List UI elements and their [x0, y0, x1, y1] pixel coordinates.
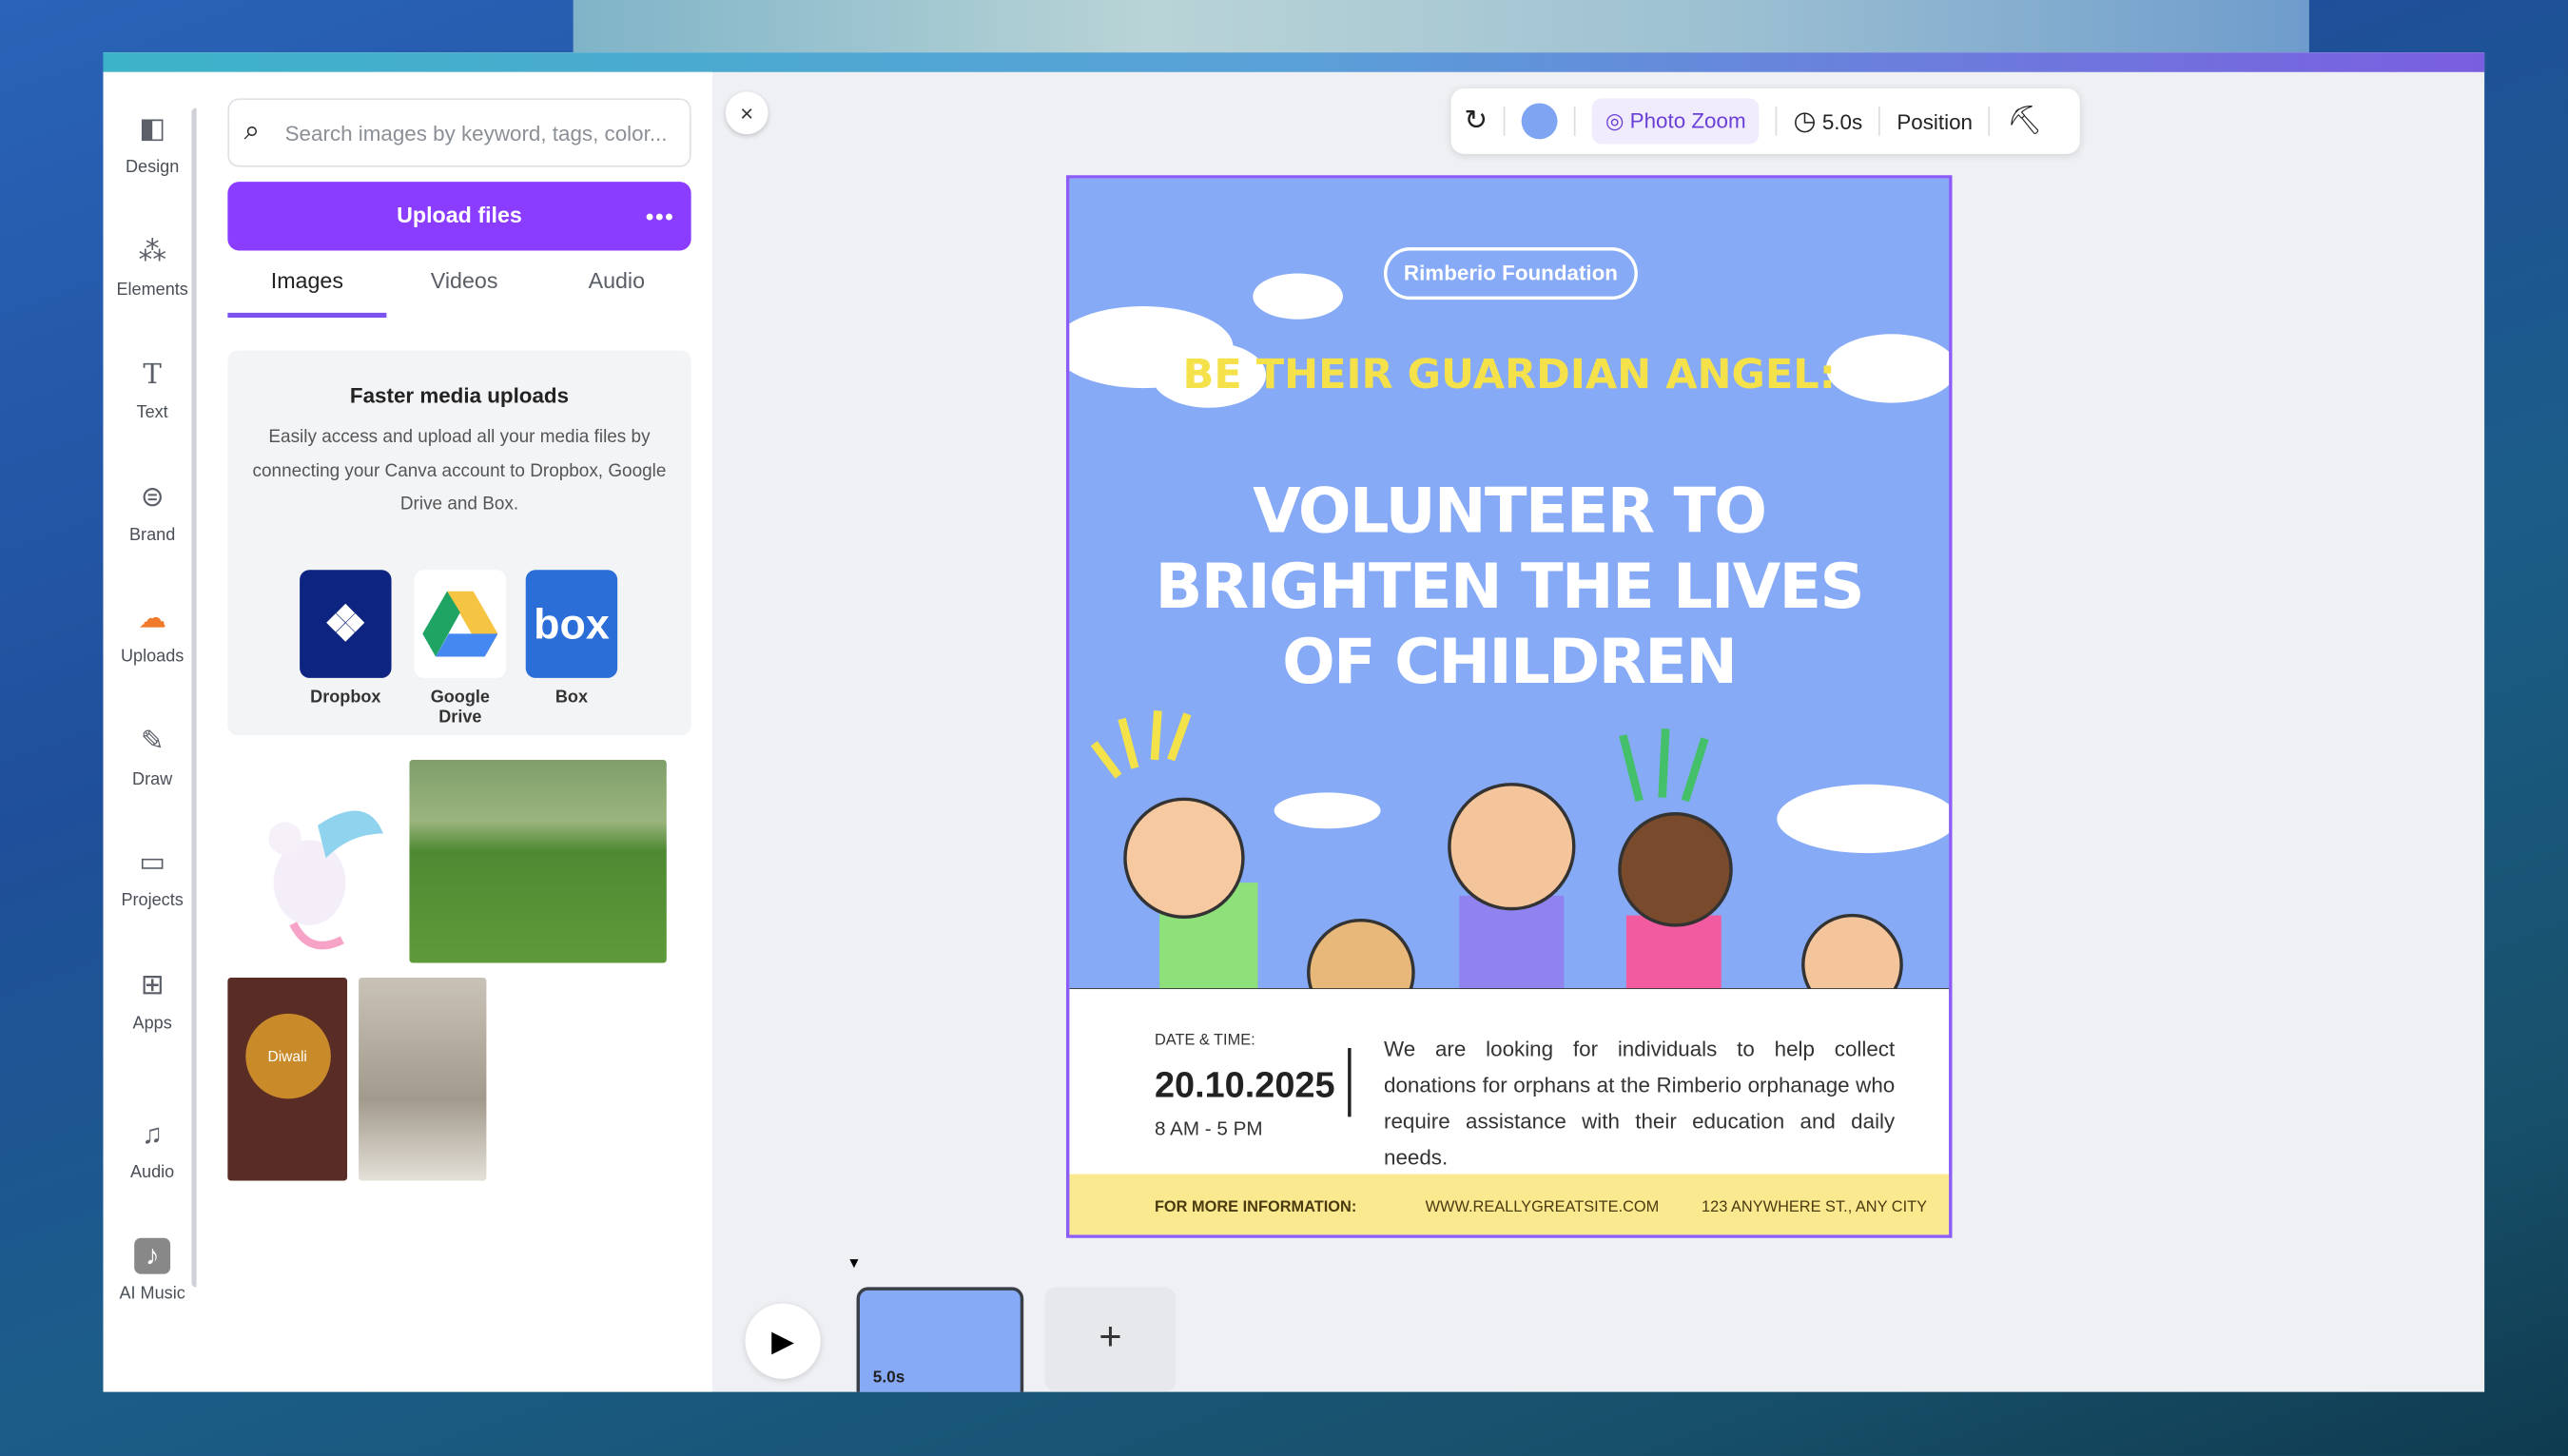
- page-thumbnail[interactable]: 5.0s: [856, 1287, 1024, 1392]
- park-photo[interactable]: [409, 759, 667, 963]
- ai-music-icon: ♪: [134, 1237, 171, 1274]
- box-button[interactable]: box Box: [522, 570, 620, 708]
- sidebar-item-brand[interactable]: ⊜ Brand: [103, 480, 201, 545]
- sidebar-item-draw[interactable]: ✎ Draw: [103, 724, 201, 789]
- sidebar-item-text[interactable]: T Text: [103, 357, 201, 422]
- uploads-panel: ⌕ Search images by keyword, tags, color..…: [196, 71, 713, 1392]
- sidebar-item-elements[interactable]: ⁂ Elements: [103, 234, 201, 300]
- header-bar: [103, 52, 2485, 72]
- close-panel-button[interactable]: ×: [725, 91, 768, 135]
- timeline: ▼ ▶ 5.0s +: [712, 1248, 2484, 1392]
- sidebar-item-projects[interactable]: ▭ Projects: [103, 845, 201, 910]
- box-icon: box: [525, 570, 618, 678]
- play-button[interactable]: ▶: [745, 1303, 821, 1379]
- brand-icon: ⊜: [140, 481, 165, 513]
- desktop-wallpaper: [573, 0, 2309, 53]
- organization-badge: Rimberio Foundation: [1384, 247, 1638, 301]
- sidebar-item-ai-music[interactable]: ♪ AI Music: [103, 1237, 201, 1304]
- poster-info: DATE & TIME: 20.10.2025 8 AM - 5 PM We a…: [1069, 989, 1950, 1175]
- dropbox-button[interactable]: ❖ Dropbox: [297, 570, 395, 708]
- sidebar-item-apps[interactable]: ⊞ Apps: [103, 968, 201, 1033]
- playhead-marker[interactable]: ▼: [846, 1254, 861, 1271]
- dog-photo[interactable]: [359, 977, 487, 1181]
- upload-files-button[interactable]: Upload files •••: [227, 182, 691, 251]
- poster-headline: VOLUNTEER TO BRIGHTEN THE LIVES OF CHILD…: [1155, 475, 1865, 698]
- elements-icon: ⁂: [138, 235, 166, 267]
- faster-uploads-card: Faster media uploads Easily access and u…: [227, 350, 691, 736]
- photo-zoom-icon: ◎: [1605, 107, 1624, 133]
- text-icon: T: [143, 359, 162, 392]
- poster-footer: FOR MORE INFORMATION: WWW.REALLYGREATSIT…: [1069, 1174, 1950, 1235]
- search-icon: ⌕: [243, 114, 260, 146]
- folder-icon: ▭: [139, 846, 165, 878]
- photo-zoom-button[interactable]: ◎ Photo Zoom: [1592, 98, 1760, 145]
- draw-icon: ✎: [140, 725, 165, 757]
- position-button[interactable]: Position: [1897, 109, 1973, 134]
- google-drive-icon: [414, 570, 507, 678]
- search-input[interactable]: ⌕ Search images by keyword, tags, color..…: [227, 98, 691, 167]
- tab-videos[interactable]: Videos: [385, 268, 544, 318]
- music-note-icon: ♫: [142, 1118, 164, 1150]
- paint-roller-icon[interactable]: ⛏: [2007, 105, 2042, 137]
- design-icon: ◧: [139, 112, 165, 145]
- unicorn-image[interactable]: [227, 759, 392, 963]
- add-page-button[interactable]: +: [1044, 1287, 1177, 1392]
- canva-editor-window: ◧ Design ⁂ Elements T Text ⊜ Brand ☁ Uploads …: [103, 52, 2485, 1392]
- diwali-poster-image[interactable]: Diwali: [227, 977, 348, 1181]
- sidebar-item-design[interactable]: ◧ Design: [103, 111, 201, 177]
- sidebar-item-uploads[interactable]: ☁ Uploads: [103, 601, 201, 667]
- upload-cloud-icon: ☁: [138, 602, 166, 634]
- color-swatch-button[interactable]: [1522, 103, 1558, 140]
- cloud: [1253, 273, 1343, 320]
- element-toolbar: ↻ ◎ Photo Zoom ◷ 5.0s Position ⛏: [1450, 87, 2080, 154]
- duration-button[interactable]: ◷ 5.0s: [1794, 105, 1863, 137]
- divider: [1348, 1048, 1352, 1117]
- screen: ◧ Design ⁂ Elements T Text ⊜ Brand ☁ Uploads …: [0, 0, 2568, 1456]
- poster-tagline: BE THEIR GUARDIAN ANGEL:: [1182, 350, 1836, 398]
- clock-icon: ◷: [1793, 107, 1817, 136]
- tab-images[interactable]: Images: [227, 268, 387, 319]
- google-drive-button[interactable]: Google Drive: [408, 570, 513, 728]
- more-options-button[interactable]: •••: [646, 182, 675, 250]
- comment-add-icon[interactable]: ↻: [1464, 105, 1488, 137]
- tab-audio[interactable]: Audio: [537, 268, 696, 318]
- dropbox-icon: ❖: [300, 570, 392, 678]
- card-body: Easily access and upload all your media …: [252, 427, 667, 514]
- sidebar-item-audio[interactable]: ♫ Audio: [103, 1116, 201, 1182]
- sidebar: ◧ Design ⁂ Elements T Text ⊜ Brand ☁ Uploads …: [103, 71, 201, 1392]
- children-illustration: [1069, 710, 1950, 998]
- apps-icon: ⊞: [140, 969, 165, 1001]
- card-title: Faster media uploads: [349, 382, 570, 408]
- design-canvas[interactable]: Rimberio Foundation BE THEIR GUARDIAN AN…: [1065, 175, 1953, 1238]
